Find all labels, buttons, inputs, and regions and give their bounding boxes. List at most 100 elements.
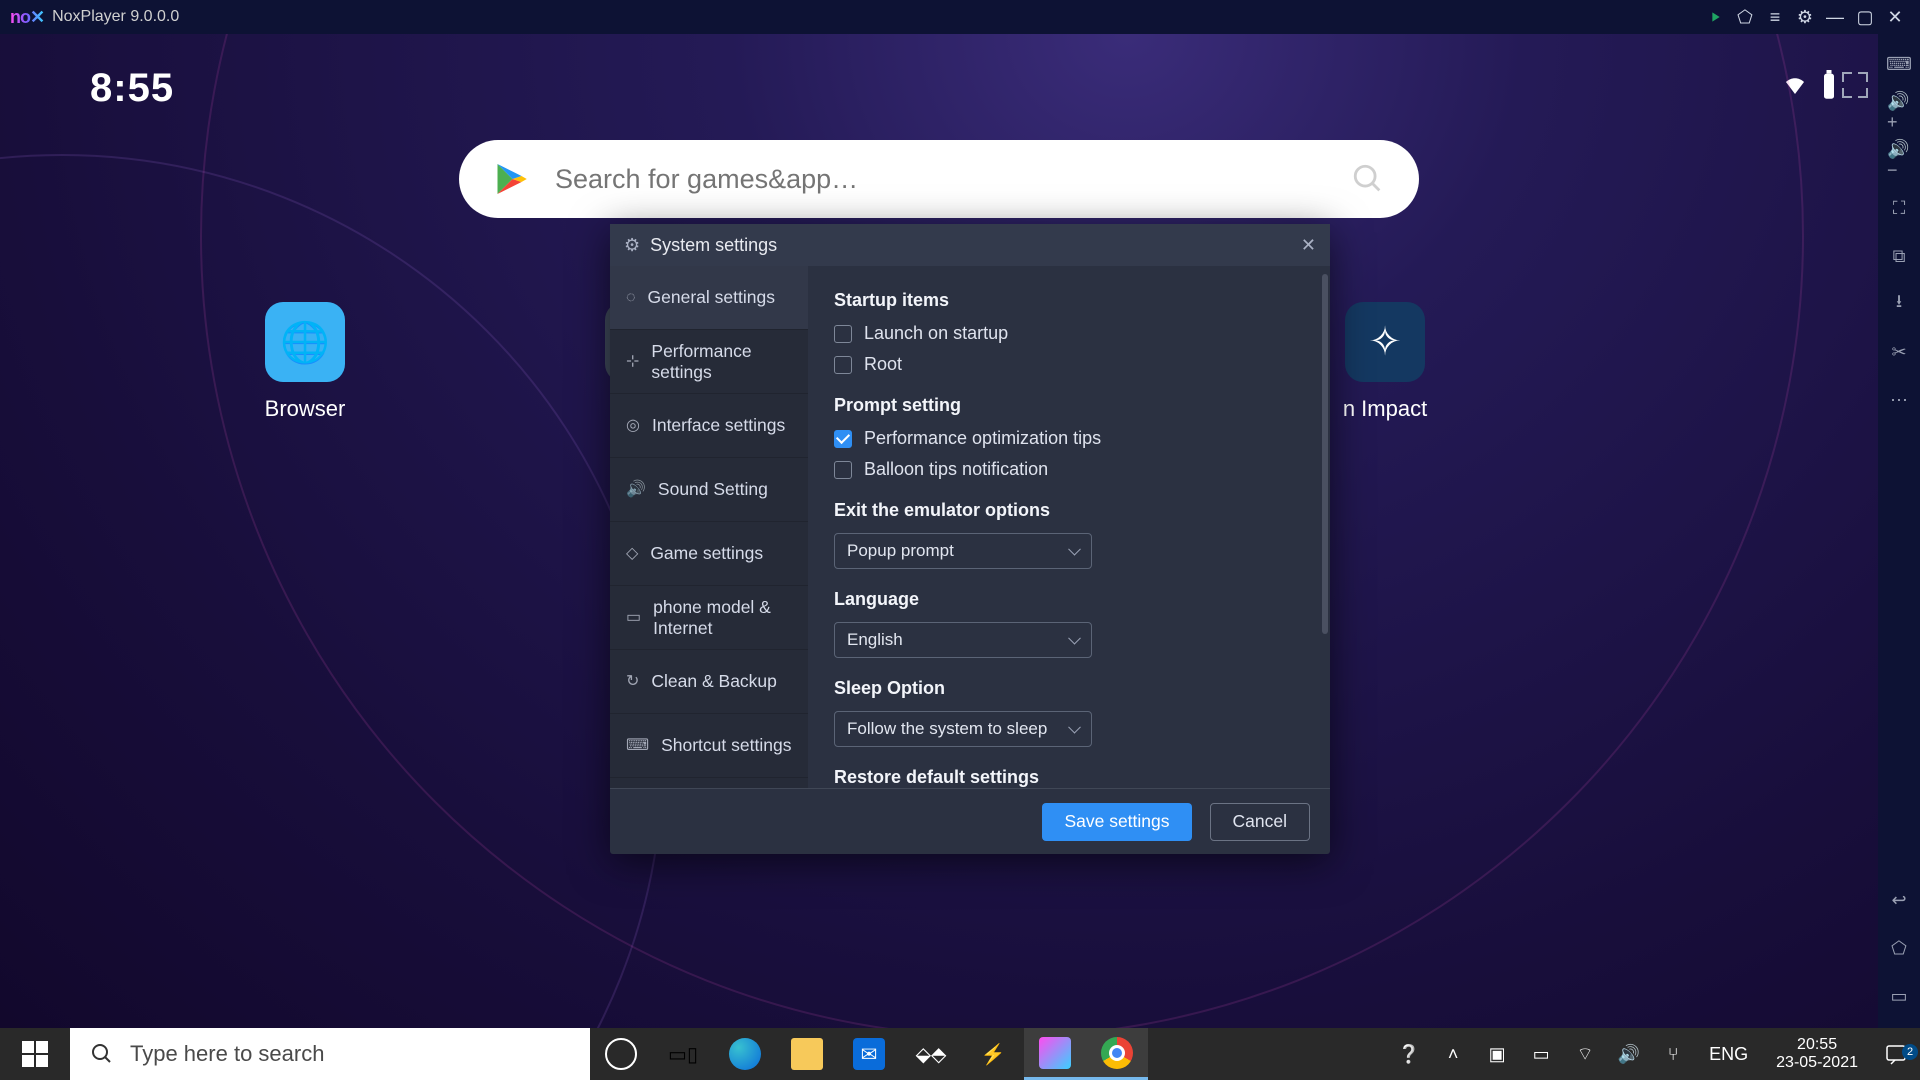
tray-help-icon[interactable]: ❔ (1387, 1028, 1431, 1080)
taskbar-explorer[interactable] (776, 1028, 838, 1080)
rail-screenshot-icon[interactable]: ⧉ (1887, 244, 1911, 268)
sidebar-item-performance[interactable]: ⊹Performance settings (610, 330, 808, 394)
button-label: Save settings (1064, 811, 1169, 832)
genshin-icon: ✧ (1345, 302, 1425, 382)
rail-volume-down-icon[interactable]: 🔊− (1887, 148, 1911, 172)
status-bar (1780, 70, 1838, 100)
rail-back-icon[interactable]: ↩ (1887, 888, 1911, 912)
folder-icon (791, 1038, 823, 1070)
sidebar-item-label: Clean & Backup (651, 671, 777, 692)
start-button[interactable] (0, 1028, 70, 1080)
taskbar-mail[interactable]: ✉ (838, 1028, 900, 1080)
restore-icon: ↻ (626, 672, 639, 691)
sidebar-item-label: Interface settings (652, 415, 785, 436)
sidebar-item-phone[interactable]: ▭ phone model & Internet (610, 586, 808, 650)
nox-minimize-icon[interactable]: — (1820, 2, 1850, 32)
fullscreen-icon[interactable] (1842, 72, 1868, 98)
nox-gear-icon[interactable]: ⚙ (1790, 2, 1820, 32)
battery-icon (1820, 70, 1838, 100)
tray-battery-icon[interactable]: ▭ (1519, 1028, 1563, 1080)
nox-side-rail: ⌨ 🔊+ 🔊− ⛶ ⧉ ⭳ ✂ ⋯ ↩ ⬠ ▭ (1878, 34, 1920, 1028)
nox-logo: no✕ (10, 7, 44, 28)
app-genshin[interactable]: ✧ n Impact (1335, 302, 1435, 422)
tray-wifi-icon[interactable]: ⌔ (1563, 1028, 1607, 1080)
checkbox-launch-startup[interactable]: Launch on startup (834, 323, 1306, 344)
tray-clock[interactable]: 20:55 23-05-2021 (1762, 1036, 1872, 1073)
tray-action-center[interactable]: 2 (1872, 1042, 1920, 1066)
nox-maximize-icon[interactable]: ▢ (1850, 2, 1880, 32)
search-icon[interactable] (1351, 162, 1385, 196)
scrollbar-thumb[interactable] (1322, 274, 1328, 634)
checkbox-box (834, 356, 852, 374)
sidebar-item-game[interactable]: ◇Game settings (610, 522, 808, 586)
tray-chevron-up-icon[interactable]: ˄ (1431, 1028, 1475, 1080)
play-store-icon (493, 161, 529, 197)
rail-fullscreen-icon[interactable]: ⛶ (1887, 196, 1911, 220)
windows-search-box[interactable]: Type here to search (70, 1028, 590, 1080)
dialog-header: ⚙ System settings ✕ (610, 224, 1330, 266)
phone-icon: ▭ (626, 608, 641, 627)
sidebar-item-interface[interactable]: ◎Interface settings (610, 394, 808, 458)
tray-date-value: 23-05-2021 (1776, 1054, 1858, 1072)
select-value: Popup prompt (847, 541, 954, 561)
rail-scissors-icon[interactable]: ✂ (1887, 340, 1911, 364)
general-icon: ◌ (626, 288, 636, 307)
rail-apk-icon[interactable]: ⭳ (1887, 292, 1911, 316)
sidebar-item-sound[interactable]: 🔊Sound Setting (610, 458, 808, 522)
sidebar-item-shortcut[interactable]: ⌨Shortcut settings (610, 714, 808, 778)
nox-play-icon[interactable] (1700, 2, 1730, 32)
mail-icon: ✉ (853, 1038, 885, 1070)
section-header-restore: Restore default settings (834, 767, 1306, 788)
tray-language[interactable]: ENG (1695, 1044, 1762, 1065)
taskbar-cortana[interactable] (590, 1028, 652, 1080)
taskbar-app-1[interactable]: ⚡ (962, 1028, 1024, 1080)
tray-usb-icon[interactable]: ⑂ (1651, 1028, 1695, 1080)
taskbar-nox[interactable] (1024, 1028, 1086, 1080)
home-search-bar[interactable] (459, 140, 1419, 218)
app-browser[interactable]: 🌐 Browser (255, 302, 355, 422)
taskbar-taskview[interactable]: ▭▯ (652, 1028, 714, 1080)
select-exit-option[interactable]: Popup prompt (834, 533, 1092, 569)
cancel-button[interactable]: Cancel (1210, 803, 1310, 841)
section-header-prompt: Prompt setting (834, 395, 1306, 416)
sidebar-item-label: phone model & Internet (653, 597, 792, 639)
rail-home-icon[interactable]: ⬠ (1887, 936, 1911, 960)
checkbox-balloon-tips[interactable]: Balloon tips notification (834, 459, 1306, 480)
tray-time-value: 20:55 (1776, 1036, 1858, 1054)
dialog-close-icon[interactable]: ✕ (1301, 235, 1316, 256)
checkbox-label: Root (864, 354, 902, 375)
nox-menu-icon[interactable]: ≡ (1760, 2, 1790, 32)
sidebar-item-clean[interactable]: ↻ Clean & Backup (610, 650, 808, 714)
rail-volume-up-icon[interactable]: 🔊+ (1887, 100, 1911, 124)
sidebar-item-label: Shortcut settings (661, 735, 791, 756)
rail-recent-icon[interactable]: ▭ (1887, 984, 1911, 1008)
nox-addon-icon[interactable]: ⬠ (1730, 2, 1760, 32)
sidebar-item-general[interactable]: ◌General settings (610, 266, 808, 330)
rail-keyboard-icon[interactable]: ⌨ (1887, 52, 1911, 76)
cortana-icon (605, 1038, 637, 1070)
nox-title: NoxPlayer 9.0.0.0 (52, 8, 179, 26)
dialog-scrollbar[interactable] (1322, 274, 1328, 788)
sidebar-item-label: Sound Setting (658, 479, 768, 500)
taskbar-edge[interactable] (714, 1028, 776, 1080)
nox-close-icon[interactable]: ✕ (1880, 2, 1910, 32)
checkbox-box (834, 325, 852, 343)
rail-more-icon[interactable]: ⋯ (1887, 388, 1911, 412)
dialog-title: System settings (650, 235, 777, 256)
wifi-icon (1780, 73, 1810, 97)
select-language[interactable]: English (834, 622, 1092, 658)
taskbar-chrome[interactable] (1086, 1028, 1148, 1080)
section-header-language: Language (834, 589, 1306, 610)
system-settings-dialog: ⚙ System settings ✕ ◌General settings ⊹P… (610, 224, 1330, 854)
taskbar-dropbox[interactable]: ⬙⬘ (900, 1028, 962, 1080)
app-tools[interactable]: ⚙ Tools (595, 302, 695, 422)
section-header-startup: Startup items (834, 290, 1306, 311)
home-search-input[interactable] (555, 164, 1351, 195)
save-settings-button[interactable]: Save settings (1042, 803, 1191, 841)
dropbox-icon: ⬙⬘ (915, 1038, 947, 1070)
select-sleep-option[interactable]: Follow the system to sleep (834, 711, 1092, 747)
tray-volume-icon[interactable]: 🔊 (1607, 1028, 1651, 1080)
checkbox-perf-tips[interactable]: Performance optimization tips (834, 428, 1306, 449)
tray-meet-icon[interactable]: ▣ (1475, 1028, 1519, 1080)
checkbox-root[interactable]: Root (834, 354, 1306, 375)
